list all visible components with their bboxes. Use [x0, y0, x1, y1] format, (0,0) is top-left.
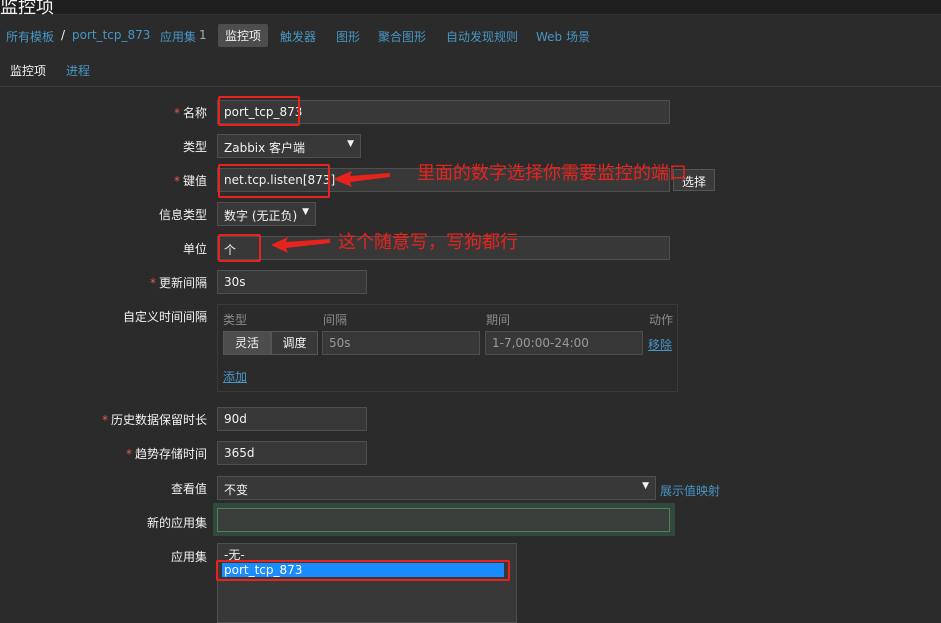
- col-action: 动作: [649, 313, 674, 327]
- nav-web-scenarios[interactable]: Web 场景: [536, 28, 590, 45]
- breadcrumb-separator: /: [61, 28, 66, 42]
- tab-process[interactable]: 进程: [66, 62, 90, 79]
- nav-applications[interactable]: 应用集: [160, 28, 196, 45]
- highlight-application: [216, 560, 510, 581]
- annotation-units-note: 这个随意写，写狗都行: [338, 232, 518, 253]
- show-valuemap-link[interactable]: 展示值映射: [660, 482, 720, 499]
- form-tabs: 监控项 进程: [0, 53, 941, 90]
- custom-intervals-label: 自定义时间间隔: [122, 310, 207, 324]
- required-marker: *: [101, 413, 108, 427]
- breadcrumb-all-templates[interactable]: 所有模板: [6, 28, 54, 45]
- update-interval-input[interactable]: 30s: [217, 270, 367, 294]
- nav-graphs[interactable]: 图形: [336, 28, 360, 45]
- breadcrumb-template[interactable]: port_tcp_873: [72, 28, 150, 42]
- highlight-name: [218, 96, 300, 126]
- flexible-toggle[interactable]: 灵活: [223, 331, 271, 355]
- type-select[interactable]: Zabbix 客户端 ▼: [217, 134, 361, 158]
- required-marker: *: [149, 276, 156, 290]
- key-label: * 键值: [174, 172, 207, 189]
- highlight-key: [218, 164, 330, 198]
- required-marker: *: [125, 447, 132, 461]
- item-form: * 名称 port_tcp_873 类型 Zabbix 客户端 ▼ * 键值 net…: [0, 87, 941, 623]
- breadcrumb: 所有模板 / port_tcp_873 应用集 1 监控项 触发器 图形 聚合图…: [0, 15, 941, 52]
- scheduling-toggle[interactable]: 调度: [271, 331, 318, 355]
- annotation-arrow-units: [271, 237, 330, 253]
- new-application-input[interactable]: [217, 508, 670, 532]
- nav-discovery[interactable]: 自动发现规则: [446, 28, 518, 45]
- applications-label: 应用集: [170, 550, 207, 564]
- col-period: 期间: [486, 313, 511, 327]
- highlight-units: [218, 234, 261, 262]
- trends-label: * 趋势存储时间: [126, 445, 207, 462]
- type-select-value: Zabbix 客户端: [224, 141, 306, 155]
- nav-items[interactable]: 监控项: [218, 24, 269, 47]
- name-label: * 名称: [174, 104, 207, 121]
- required-marker: *: [173, 174, 180, 188]
- flex-period-input[interactable]: 1-7,00:00-24:00: [485, 331, 643, 355]
- nav-applications-count: 1: [199, 28, 207, 42]
- name-label-text: 名称: [182, 106, 207, 120]
- applications-listbox[interactable]: -无- port_tcp_873: [217, 543, 517, 623]
- tab-item[interactable]: 监控项: [0, 62, 57, 90]
- required-marker: *: [173, 106, 180, 120]
- history-label: * 历史数据保留时长: [102, 411, 207, 428]
- valuemap-label: 查看值: [170, 482, 207, 496]
- chevron-down-icon: ▼: [347, 139, 354, 149]
- value-type-label: 信息类型: [158, 208, 207, 222]
- arrow-icon: [271, 237, 330, 253]
- key-label-text: 键值: [182, 174, 207, 188]
- history-label-text: 历史数据保留时长: [110, 413, 207, 427]
- valuemap-select-value: 不变: [224, 483, 249, 497]
- chevron-down-icon: ▼: [642, 481, 649, 491]
- value-type-select-value: 数字 (无正负): [224, 209, 298, 223]
- nav-triggers[interactable]: 触发器: [280, 28, 316, 45]
- nav-screens[interactable]: 聚合图形: [378, 28, 426, 45]
- valuemap-select[interactable]: 不变 ▼: [217, 476, 656, 500]
- flex-remove-link[interactable]: 移除: [648, 336, 672, 353]
- value-type-select[interactable]: 数字 (无正负) ▼: [217, 202, 316, 226]
- update-interval-label-text: 更新间隔: [158, 276, 207, 290]
- arrow-icon: [333, 171, 390, 187]
- chevron-down-icon: ▼: [302, 207, 309, 217]
- update-interval-label: * 更新间隔: [150, 274, 207, 291]
- col-interval: 间隔: [323, 313, 348, 327]
- units-label: 单位: [182, 242, 207, 256]
- flex-interval-input[interactable]: 50s: [322, 331, 480, 355]
- trends-label-text: 趋势存储时间: [134, 447, 207, 461]
- new-application-label: 新的应用集: [146, 516, 207, 530]
- type-label: 类型: [182, 140, 207, 154]
- annotation-arrow-key: [333, 171, 390, 187]
- history-input[interactable]: 90d: [217, 407, 367, 431]
- page-header: 监控项: [0, 0, 941, 18]
- custom-intervals-table: 类型 间隔 期间 动作 灵活 调度 50s 1-7,00:00-24:00 移除…: [217, 304, 678, 392]
- col-type: 类型: [223, 313, 248, 327]
- annotation-key-note: 里面的数字选择你需要监控的端口: [417, 163, 687, 184]
- trends-input[interactable]: 365d: [217, 441, 367, 465]
- flex-add-link[interactable]: 添加: [223, 368, 247, 385]
